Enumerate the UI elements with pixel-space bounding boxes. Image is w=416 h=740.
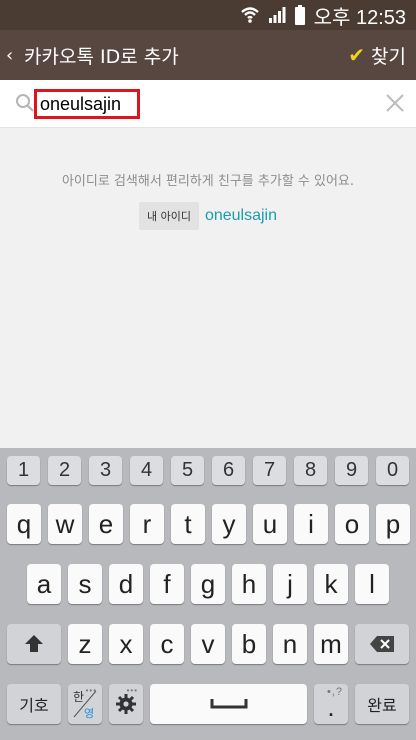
key-b[interactable]: b — [232, 624, 266, 664]
key-n[interactable]: n — [273, 624, 307, 664]
done-key[interactable]: 완료 — [355, 684, 409, 724]
key-6[interactable]: 6 — [212, 456, 245, 485]
key-t[interactable]: t — [171, 504, 205, 544]
clock-time: 오후 12:53 — [313, 6, 406, 29]
key-1[interactable]: 1 — [7, 456, 40, 485]
language-label-top: 한 — [73, 690, 84, 704]
shift-arrow-icon — [25, 635, 43, 652]
back-chevron-icon[interactable]: ‹ — [6, 30, 13, 80]
content-area: 아이디로 검색해서 편리하게 친구를 추가할 수 있어요. 내 아이디 oneu… — [0, 128, 416, 448]
key-r[interactable]: r — [130, 504, 164, 544]
check-icon: ✔ — [348, 43, 366, 67]
close-icon[interactable] — [384, 92, 406, 114]
key-s[interactable]: s — [68, 564, 102, 604]
key-i[interactable]: i — [294, 504, 328, 544]
key-g[interactable]: g — [191, 564, 225, 604]
key-8[interactable]: 8 — [294, 456, 327, 485]
shift-key[interactable] — [7, 624, 61, 664]
my-id-row: 내 아이디 oneulsajin — [0, 202, 416, 230]
key-9[interactable]: 9 — [335, 456, 368, 485]
key-c[interactable]: c — [150, 624, 184, 664]
key-z[interactable]: z — [68, 624, 102, 664]
backspace-icon — [370, 636, 394, 652]
key-v[interactable]: v — [191, 624, 225, 664]
symbols-key[interactable]: 기호 — [7, 684, 61, 724]
key-k[interactable]: k — [314, 564, 348, 604]
key-p[interactable]: p — [376, 504, 410, 544]
find-button[interactable]: ✔ 찾기 — [348, 30, 406, 80]
key-e[interactable]: e — [89, 504, 123, 544]
key-j[interactable]: j — [273, 564, 307, 604]
gear-icon — [116, 694, 136, 714]
wifi-icon — [240, 7, 259, 23]
space-bar-icon — [210, 699, 247, 709]
signal-icon — [268, 7, 286, 23]
key-o[interactable]: o — [335, 504, 369, 544]
status-icons: 오후 12:53 — [240, 0, 416, 30]
more-dots-icon: ••• — [85, 686, 97, 695]
key-x[interactable]: x — [109, 624, 143, 664]
space-key[interactable] — [150, 684, 307, 724]
key-7[interactable]: 7 — [253, 456, 286, 485]
language-label-bottom: 영 — [84, 707, 94, 720]
my-id-label: 내 아이디 — [138, 202, 199, 230]
more-symbols-icon: •,? — [326, 686, 343, 698]
key-2[interactable]: 2 — [48, 456, 81, 485]
key-5[interactable]: 5 — [171, 456, 204, 485]
key-3[interactable]: 3 — [89, 456, 122, 485]
key-h[interactable]: h — [232, 564, 266, 604]
more-dots-icon: ••• — [126, 686, 138, 695]
status-bar: 오후 12:53 — [0, 0, 416, 30]
key-f[interactable]: f — [150, 564, 184, 604]
key-l[interactable]: l — [355, 564, 389, 604]
key-0[interactable]: 0 — [376, 456, 409, 485]
key-u[interactable]: u — [253, 504, 287, 544]
period-key[interactable]: •,? . — [314, 684, 348, 724]
my-id-value[interactable]: oneulsajin — [205, 207, 277, 225]
search-icon — [16, 94, 34, 112]
page-title: 카카오톡 ID로 추가 — [24, 45, 179, 68]
language-key[interactable]: ••• 한 영 — [68, 684, 102, 724]
battery-icon — [294, 5, 305, 25]
app-bar: ‹ 카카오톡 ID로 추가 ✔ 찾기 — [0, 30, 416, 80]
helper-text: 아이디로 검색해서 편리하게 친구를 추가할 수 있어요. — [61, 174, 355, 189]
keyboard: 1 2 3 4 5 6 7 8 9 0 q w e r t y u i o p … — [0, 448, 416, 740]
find-button-label: 찾기 — [371, 45, 406, 68]
key-m[interactable]: m — [314, 624, 348, 664]
search-bar — [0, 80, 416, 128]
key-q[interactable]: q — [7, 504, 41, 544]
key-d[interactable]: d — [109, 564, 143, 604]
settings-key[interactable]: ••• — [109, 684, 143, 724]
backspace-key[interactable] — [355, 624, 409, 664]
key-a[interactable]: a — [27, 564, 61, 604]
key-y[interactable]: y — [212, 504, 246, 544]
search-input[interactable] — [34, 89, 140, 119]
key-w[interactable]: w — [48, 504, 82, 544]
key-4[interactable]: 4 — [130, 456, 163, 485]
